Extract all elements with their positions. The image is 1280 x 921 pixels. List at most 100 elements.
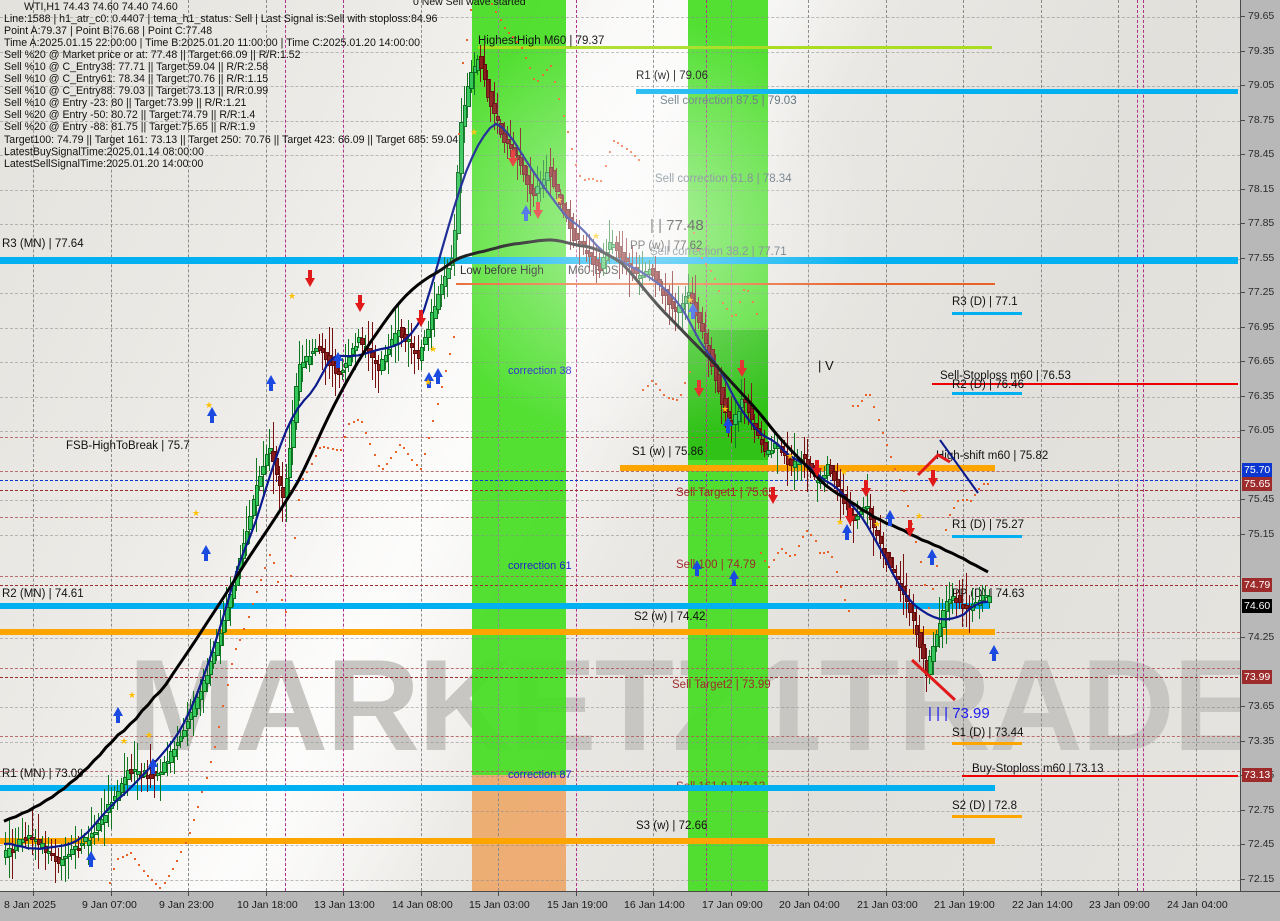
session-separator [1143,0,1144,891]
session-separator [706,0,707,891]
sar-dot [781,547,783,550]
sar-dot [663,394,666,397]
candle-wick [305,338,307,370]
price-axis[interactable]: 79.65 79.35 79.05 78.75 78.45 78.15 77.85 77.55… [1240,0,1280,891]
grid-line-horizontal [0,500,1240,501]
sar-dot [768,565,771,568]
guide-line [0,668,1240,669]
price-level-line[interactable] [952,392,1022,395]
price-level-line[interactable] [0,480,1238,481]
time-tick-mark [498,892,499,896]
sar-dot [235,648,237,651]
time-tick-label: 21 Jan 19:00 [934,899,995,911]
sar-dot [424,453,426,456]
price-level-line[interactable] [636,89,1238,94]
grid-line-horizontal [0,328,1240,329]
sar-dot [923,583,926,586]
guide-line [0,471,1240,472]
chart-annotation: | V [818,358,834,373]
sar-dot [272,562,275,565]
buy-signal-arrow-stem [888,518,892,526]
sar-dot [340,448,342,451]
sar-dot [197,805,200,808]
time-tick-mark [886,892,887,896]
guide-line [0,576,1240,577]
buy-signal-arrow-stem [210,415,214,423]
info-line-12: LatestSellSignalTime:2025.01.20 14:00:00 [4,157,204,170]
sar-dot [503,26,506,29]
current-price-badge: 73.99 [1242,670,1273,684]
candle-wick [166,742,168,777]
current-price-badge: 73.13 [1242,768,1273,782]
time-axis[interactable]: 8 Jan 2025 9 Jan 07:00 9 Jan 23:00 10 Jan 1… [0,891,1280,921]
candle-wick [64,837,66,883]
sar-dot [335,448,338,451]
price-tick-label: 72.75 [1241,804,1274,816]
candle-wick [896,565,898,585]
info-line-6: Sell %10 @ C_Entry88: 79.03 || Target:73… [4,85,269,98]
sar-dot [121,856,124,859]
price-tick-label: 74.25 [1241,631,1274,643]
buy-signal-arrow-stem [992,653,996,661]
sell-signal-arrow-stem [511,150,515,158]
sar-dot [629,150,632,153]
sar-dot [579,175,582,177]
sar-dot [117,857,120,860]
time-tick-mark [421,892,422,896]
sar-dot [306,470,309,473]
grid-line-vertical [731,0,732,891]
price-level-label: S3 (w) | 72.66 [636,820,708,832]
sell-signal-arrow [355,303,365,312]
sar-dot [852,404,855,407]
sar-dot [646,384,649,387]
sar-dot [894,467,897,470]
sar-dot [352,420,355,423]
sar-dot [957,499,960,502]
signal-star: ★ [592,231,601,241]
price-level-line[interactable] [0,629,995,635]
sell-signal-arrow-stem [864,480,868,488]
price-level-line[interactable] [962,775,1238,777]
price-level-line[interactable] [0,838,995,844]
price-level-line[interactable] [952,312,1022,315]
sar-dot [692,231,695,234]
price-level-label: R1 (D) | 75.27 [952,519,1025,531]
time-tick-label: 21 Jan 03:00 [857,899,918,911]
time-tick-label: 22 Jan 14:00 [1012,899,1073,911]
symbol-line: WTI,H1 74.43 74.60 74.40 74.60 [24,1,178,13]
candle-wick [124,752,125,796]
sar-dot [743,288,746,291]
price-level-line[interactable] [952,535,1022,538]
price-level-line[interactable] [0,677,1238,678]
sar-dot [403,446,405,449]
sar-dot [356,419,359,422]
sar-dot [718,290,720,292]
buy-signal-arrow-stem [726,425,730,433]
candle-wick [133,740,135,784]
grid-line-horizontal [0,811,1240,812]
sar-dot [592,178,594,181]
price-level-line[interactable] [0,603,990,609]
price-tick-label: 76.95 [1241,321,1274,333]
price-level-line[interactable] [0,490,1238,491]
price-level-line[interactable] [0,585,1238,586]
sar-dot [281,598,284,601]
price-level-label: R2 (MN) | 74.61 [2,588,84,600]
price-level-line[interactable] [952,815,1022,818]
price-level-line[interactable] [952,742,1022,745]
candle-wick [107,775,109,828]
time-tick-mark [266,892,267,896]
watermark: MARKETZ1TRADE [128,632,1240,778]
sar-dot [193,819,195,822]
price-level-line[interactable] [0,785,995,791]
buy-signal-arrow-stem [436,376,440,384]
price-level-line[interactable] [456,283,995,285]
price-level-label: R1 (MN) | 73.09 [2,768,84,780]
sar-dot [953,506,956,509]
time-tick-label: 15 Jan 03:00 [469,899,530,911]
candle-wick [632,245,634,282]
candle-wick [414,335,416,374]
sar-dot [835,571,838,574]
current-price-badge: 75.65 [1242,477,1273,491]
sar-dot [516,41,519,44]
